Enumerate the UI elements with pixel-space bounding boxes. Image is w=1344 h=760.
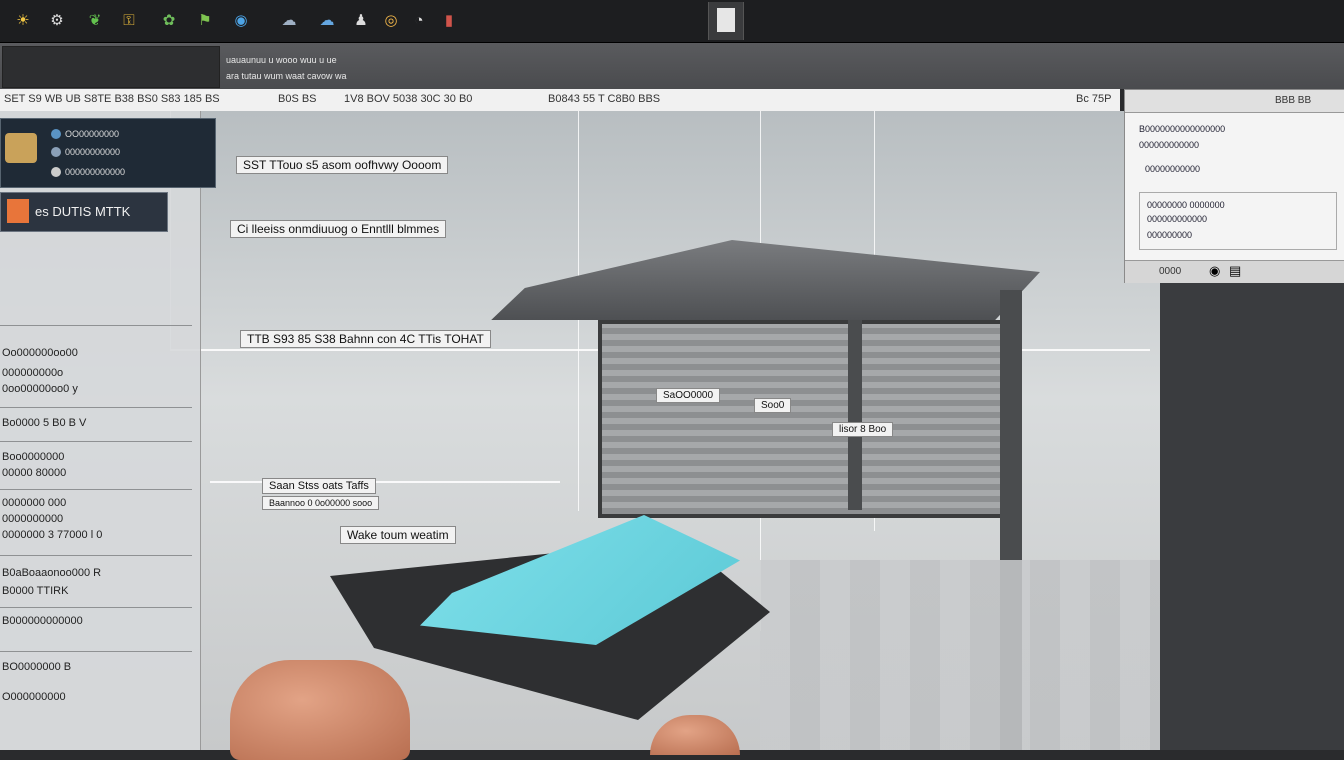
annotation[interactable]: TTB S93 85 S38 Bahnn con 4C TTis TOHAT	[240, 330, 491, 348]
divider	[0, 607, 192, 608]
ribbon-item[interactable]: B0843 55 T C8B0 BBS	[548, 93, 660, 105]
secondary-toolbar: uauaunuu u wooo wuu u ue ara tutau wum w…	[0, 43, 1344, 89]
layer-dot	[51, 167, 61, 177]
alert-label: es DUTIS MTTK	[35, 204, 131, 219]
tab-label[interactable]: BBB BB	[1275, 95, 1311, 106]
annotation[interactable]: Saan Stss oats Taffs	[262, 478, 376, 494]
toolbar-line-1: uauaunuu u wooo wuu u ue	[226, 55, 337, 65]
list-item[interactable]: 0oo00000oo0 y	[2, 383, 78, 395]
list-item[interactable]: Boo0000000	[2, 451, 64, 463]
ribbon-right-item[interactable]: Bc 75P	[1076, 93, 1111, 105]
annotation[interactable]: Ci lleeiss onmdiuuog o Enntlll blmmes	[230, 220, 447, 238]
divider	[0, 489, 192, 490]
annotation[interactable]: lisor 8 Boo	[832, 422, 894, 437]
list-item[interactable]: 000000000o	[2, 367, 63, 379]
properties-panel: BBB BB B0000000000000000 000000000000 00…	[1124, 89, 1344, 283]
settings-icon[interactable]: ⚙	[46, 10, 68, 30]
globe-icon[interactable]: ◎	[380, 10, 402, 30]
list-item[interactable]: B0aBoaaonoo000 R	[2, 567, 101, 579]
property-line: 000000000000	[1139, 140, 1200, 150]
layer-line: OO00000000	[65, 129, 120, 139]
property-line: B0000000000000000	[1139, 124, 1226, 134]
building-body	[598, 320, 1006, 518]
list-item[interactable]: BO0000000 B	[2, 661, 71, 673]
divider	[0, 441, 192, 442]
layer-line: 000000000000	[65, 167, 126, 177]
bulb-icon[interactable]: ◉	[1209, 263, 1220, 279]
layer-line: 00000000000	[65, 147, 121, 157]
list-item[interactable]: Bo0000 5 B0 B V	[2, 417, 86, 429]
list-item[interactable]: O000000000	[2, 691, 66, 703]
layer-dot	[51, 147, 61, 157]
floor-tiles	[760, 560, 1160, 750]
cloud-icon[interactable]: ☁	[316, 10, 338, 30]
annotation[interactable]: Baannoo 0 0o00000 sooo	[262, 496, 380, 510]
leaf-icon[interactable]: ❦	[84, 10, 106, 30]
doc-icon[interactable]: ▤	[1229, 263, 1241, 279]
palette-icon[interactable]: ◉	[230, 10, 252, 30]
pin-icon[interactable]: ⚑	[194, 10, 216, 30]
app-topbar: ☀ ⚙ ❦ ⚿ ✿ ⚑ ◉ ☁ ☁ ♟ ◎ ◔ ▮	[0, 0, 1344, 43]
list-item[interactable]: B000000000000	[2, 615, 83, 627]
divider	[0, 651, 192, 652]
annotation[interactable]: SaOO0000	[656, 388, 721, 403]
footer-label: 0000	[1159, 266, 1182, 277]
clock-icon[interactable]: ◔	[408, 10, 430, 30]
layer-dot	[51, 129, 61, 139]
alert-swatch	[7, 199, 29, 223]
list-item[interactable]: B0000 TTIRK	[2, 585, 68, 597]
tool-group[interactable]	[2, 46, 220, 88]
property-line: 00000000000	[1145, 164, 1201, 174]
ribbon-item[interactable]: 1V8 BOV 5038 30C 30 B0	[344, 93, 472, 105]
toolbar-line-2: ara tutau wum waat cavow wa	[226, 71, 347, 81]
avatar	[5, 133, 37, 163]
divider	[0, 325, 192, 326]
list-item[interactable]: 00000 80000	[2, 467, 66, 479]
annotation[interactable]: SST TTouo s5 asom oofhvwy Oooom	[236, 156, 449, 174]
right-dock	[1160, 280, 1344, 750]
annotation[interactable]: Soo0	[754, 398, 792, 413]
divider	[0, 555, 192, 556]
list-item[interactable]: 0000000 3 77000 l 0	[2, 529, 102, 541]
hand	[230, 660, 410, 760]
layer-card[interactable]: OO00000000 00000000000 000000000000	[0, 118, 216, 188]
properties-tabs[interactable]: BBB BB	[1125, 90, 1344, 113]
property-line: 000000000	[1147, 230, 1193, 240]
alert-card[interactable]: es DUTIS MTTK	[0, 192, 168, 232]
bar-icon[interactable]: ▮	[438, 10, 460, 30]
building-pillar	[848, 320, 862, 510]
key-icon[interactable]: ⚿	[118, 10, 140, 30]
properties-footer: 0000 ◉ ▤	[1125, 260, 1344, 283]
property-line: 00000000 0000000	[1147, 200, 1225, 210]
divider	[0, 407, 192, 408]
cloud-icon[interactable]: ☁	[278, 10, 300, 30]
document-thumbnail[interactable]	[708, 2, 744, 40]
list-item[interactable]: 0000000000	[2, 513, 63, 525]
list-item[interactable]: Oo000000oo00	[2, 347, 78, 359]
list-item[interactable]: 0000000 000	[2, 497, 66, 509]
person-icon[interactable]: ♟	[350, 10, 372, 30]
property-line: 000000000000	[1147, 214, 1208, 224]
ribbon-item[interactable]: SET S9 WB UB S8TE B38 BS0 S83 185 BS	[4, 93, 220, 105]
ribbon-item[interactable]: B0S BS	[278, 93, 317, 105]
plant-icon[interactable]: ✿	[158, 10, 180, 30]
ribbon-bar: SET S9 WB UB S8TE B38 BS0 S83 185 BS B0S…	[0, 89, 1120, 112]
annotation[interactable]: Wake toum weatim	[340, 526, 456, 544]
sun-icon[interactable]: ☀	[12, 10, 34, 30]
